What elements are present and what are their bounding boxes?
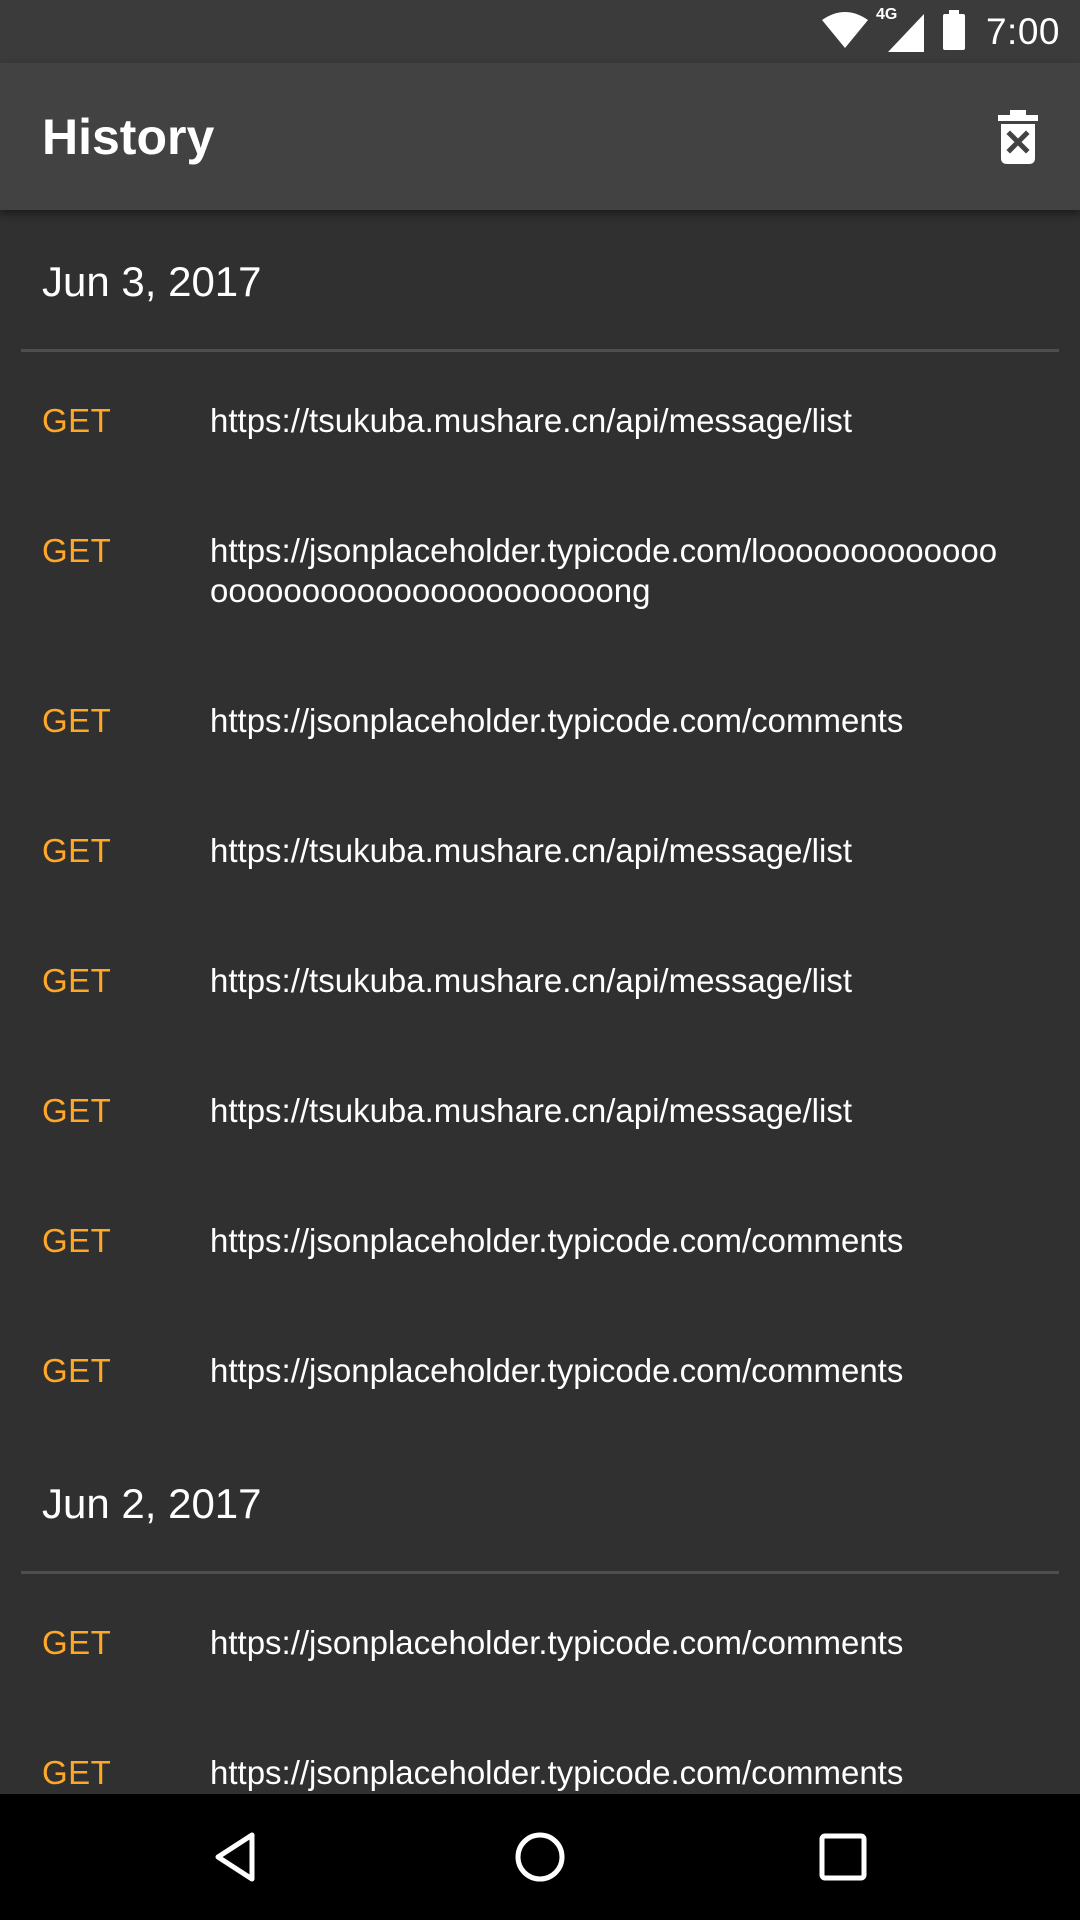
status-bar: 4G 7:00 xyxy=(0,0,1080,63)
section-header: Jun 2, 2017 xyxy=(0,1432,1080,1574)
request-url: https://jsonplaceholder.typicode.com/com… xyxy=(210,702,904,739)
request-url: https://tsukuba.mushare.cn/api/message/l… xyxy=(210,962,852,999)
request-method: GET xyxy=(42,532,112,569)
history-item[interactable]: GET https://tsukuba.mushare.cn/api/messa… xyxy=(0,1042,1080,1172)
request-method: GET xyxy=(42,402,112,439)
history-item[interactable]: GET https://jsonplaceholder.typicode.com… xyxy=(0,482,1080,652)
home-icon xyxy=(515,1832,565,1882)
history-item[interactable]: GET https://tsukuba.mushare.cn/api/messa… xyxy=(0,912,1080,1042)
cell-signal-icon: 4G xyxy=(876,6,928,54)
battery-icon xyxy=(942,9,966,55)
request-method: GET xyxy=(42,1624,112,1661)
history-item[interactable]: GET https://jsonplaceholder.typicode.com… xyxy=(0,1172,1080,1302)
history-item[interactable]: GET https://jsonplaceholder.typicode.com… xyxy=(0,652,1080,782)
request-url: https://jsonplaceholder.typicode.com/com… xyxy=(210,1624,904,1661)
request-method: GET xyxy=(42,702,112,739)
request-url: https://jsonplaceholder.typicode.com/com… xyxy=(210,1754,904,1791)
back-button[interactable] xyxy=(201,1822,271,1892)
history-item[interactable]: GET https://tsukuba.mushare.cn/api/messa… xyxy=(0,352,1080,482)
home-button[interactable] xyxy=(505,1822,575,1892)
request-method: GET xyxy=(42,1352,112,1389)
page-title: History xyxy=(42,109,215,165)
status-icons: 4G 7:00 xyxy=(820,6,1060,55)
delete-forever-icon xyxy=(998,110,1038,164)
request-method: GET xyxy=(42,1222,112,1259)
history-item[interactable]: GET https://tsukuba.mushare.cn/api/messa… xyxy=(0,782,1080,912)
request-method: GET xyxy=(42,832,112,869)
recents-button[interactable] xyxy=(808,1822,878,1892)
request-url: https://jsonplaceholder.typicode.com/com… xyxy=(210,1222,904,1259)
history-item[interactable]: GET https://jsonplaceholder.typicode.com… xyxy=(0,1704,1080,1794)
back-icon xyxy=(215,1832,255,1882)
request-url: https://tsukuba.mushare.cn/api/message/l… xyxy=(210,832,852,869)
history-item[interactable]: GET https://jsonplaceholder.typicode.com… xyxy=(0,1574,1080,1704)
request-method: GET xyxy=(42,1092,112,1129)
section-date: Jun 3, 2017 xyxy=(42,258,262,305)
clock: 7:00 xyxy=(985,11,1060,52)
toolbar: History xyxy=(0,63,1080,210)
navigation-bar xyxy=(0,1794,1080,1920)
recents-icon xyxy=(819,1833,867,1881)
request-url: https://jsonplaceholder.typicode.com/loo… xyxy=(210,532,998,609)
request-url: https://tsukuba.mushare.cn/api/message/l… xyxy=(210,402,852,439)
request-method: GET xyxy=(42,1754,112,1791)
clear-history-button[interactable] xyxy=(984,103,1052,171)
section-date: Jun 2, 2017 xyxy=(42,1480,262,1527)
request-url: https://jsonplaceholder.typicode.com/com… xyxy=(210,1352,904,1389)
request-method: GET xyxy=(42,962,112,999)
network-type: 4G xyxy=(875,6,898,23)
history-list[interactable]: Jun 3, 2017 GET https://tsukuba.mushare.… xyxy=(0,210,1080,1794)
section-header: Jun 3, 2017 xyxy=(0,210,1080,352)
wifi-icon xyxy=(820,10,870,55)
history-item[interactable]: GET https://jsonplaceholder.typicode.com… xyxy=(0,1302,1080,1432)
request-url: https://tsukuba.mushare.cn/api/message/l… xyxy=(210,1092,852,1129)
